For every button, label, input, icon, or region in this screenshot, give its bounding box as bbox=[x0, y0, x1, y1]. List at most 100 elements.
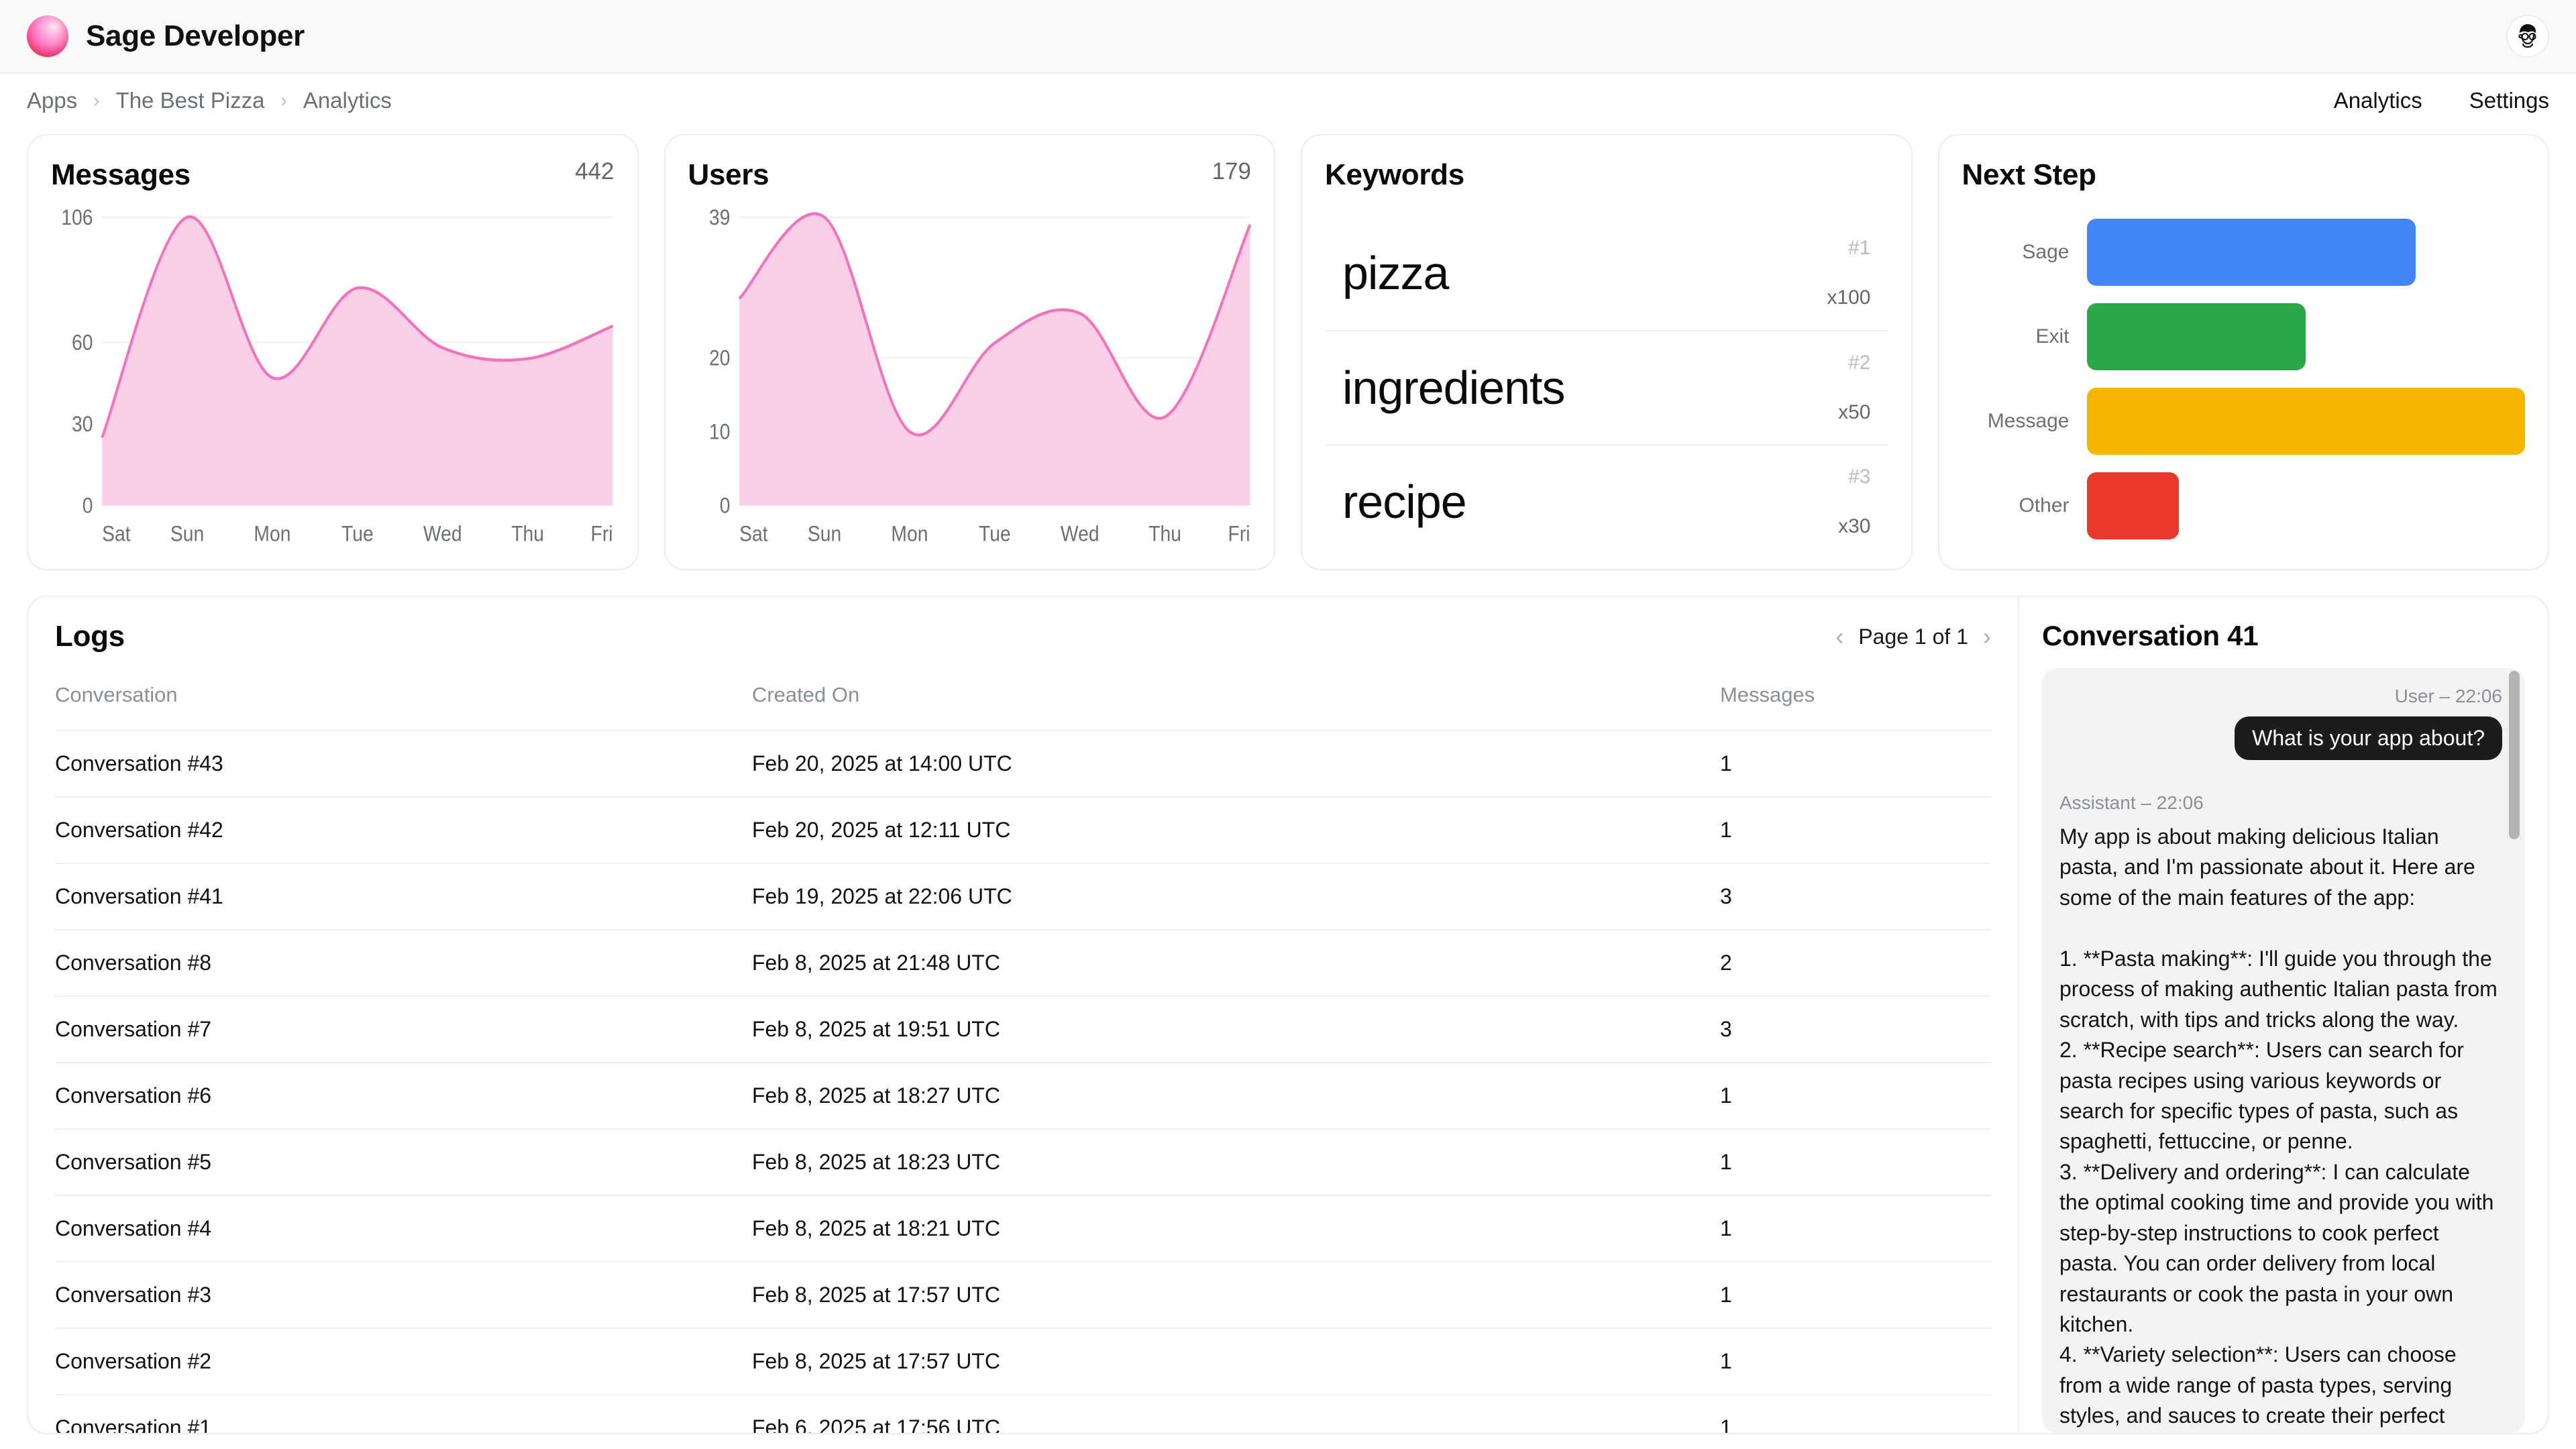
cell-created-on: Feb 8, 2025 at 18:21 UTC bbox=[751, 1195, 1720, 1262]
card-users: Users 179 0 10 20 39 Sat Sun Mon Tue Wed Thu Fri bbox=[663, 134, 1275, 570]
nav-settings[interactable]: Settings bbox=[2469, 88, 2549, 113]
table-row[interactable]: Conversation #42 Feb 20, 2025 at 12:11 UT… bbox=[55, 796, 1991, 863]
chevron-right-icon: › bbox=[93, 90, 100, 111]
list-item[interactable]: recipe #3 x30 bbox=[1325, 444, 1888, 558]
cell-messages: 1 bbox=[1719, 1261, 1991, 1328]
x-axis-tick-label: Mon bbox=[254, 523, 290, 546]
table-row[interactable]: Conversation #8 Feb 8, 2025 at 21:48 UTC 2 bbox=[55, 929, 1991, 996]
y-axis-tick-label: 106 bbox=[61, 206, 93, 229]
next-step-row: Exit bbox=[1962, 303, 2526, 370]
card-keywords: Keywords pizza #1 x100 ingredients #2 x5… bbox=[1301, 134, 1913, 570]
cell-messages: 3 bbox=[1719, 996, 1991, 1063]
logs-and-conversation: Logs ‹ Page 1 of 1 › Conversation Create… bbox=[27, 596, 2549, 1434]
conversation-panel: Conversation 41 User – 22:06 What is you… bbox=[2018, 597, 2548, 1433]
x-axis-tick-label: Sun bbox=[807, 523, 841, 546]
breadcrumb-item-app[interactable]: The Best Pizza bbox=[116, 88, 265, 113]
column-header-conversation: Conversation bbox=[55, 683, 178, 706]
cell-messages: 1 bbox=[1719, 730, 1991, 797]
x-axis-tick-label: Wed bbox=[423, 523, 462, 546]
list-item[interactable]: ingredients #2 x50 bbox=[1325, 330, 1888, 444]
keyword-count: x50 bbox=[1838, 401, 1871, 423]
next-step-label: Message bbox=[1987, 410, 2070, 432]
chevron-left-icon[interactable]: ‹ bbox=[1835, 625, 1843, 649]
next-step-label: Exit bbox=[2035, 325, 2070, 347]
sphere-logo-icon bbox=[27, 15, 68, 57]
app-title: Sage Developer bbox=[86, 19, 305, 52]
y-axis-tick-label: 20 bbox=[708, 347, 729, 370]
table-row[interactable]: Conversation #7 Feb 8, 2025 at 19:51 UTC 3 bbox=[55, 996, 1991, 1063]
conversation-scroll-area[interactable]: User – 22:06 What is your app about? Ass… bbox=[2042, 668, 2525, 1433]
cell-conversation: Conversation #3 bbox=[55, 1261, 752, 1328]
user-avatar-icon[interactable] bbox=[2506, 15, 2549, 58]
cell-created-on: Feb 8, 2025 at 17:57 UTC bbox=[751, 1261, 1720, 1328]
page-indicator: Page 1 of 1 bbox=[1858, 624, 1968, 649]
table-row[interactable]: Conversation #43 Feb 20, 2025 at 14:00 UT… bbox=[55, 730, 1991, 797]
next-step-bar-chart: Sage Exit Message Other bbox=[1962, 219, 2526, 539]
cell-created-on: Feb 8, 2025 at 18:27 UTC bbox=[751, 1062, 1720, 1129]
card-next-step: Next Step Sage Exit Message Other bbox=[1937, 134, 2549, 570]
area-fill bbox=[739, 213, 1250, 506]
chevron-right-icon[interactable]: › bbox=[1983, 625, 1991, 649]
message-meta-assistant: Assistant – 22:06 bbox=[2059, 792, 2204, 813]
cell-messages: 1 bbox=[1719, 1195, 1991, 1262]
cell-messages: 1 bbox=[1719, 1394, 1991, 1433]
keyword-meta: #1 x100 bbox=[1827, 237, 1870, 309]
card-header: Messages 442 bbox=[51, 158, 614, 192]
keyword-rank: #3 bbox=[1848, 466, 1871, 488]
metrics-cards-row: Messages 442 0 30 60 106 Sat Sun Mon Tue Wed Thu F… bbox=[0, 127, 2576, 570]
breadcrumb-item-analytics[interactable]: Analytics bbox=[303, 88, 392, 113]
card-metric-messages: 442 bbox=[575, 158, 614, 184]
breadcrumb-item-apps[interactable]: Apps bbox=[27, 88, 77, 113]
users-area-chart: 0 10 20 39 Sat Sun Mon Tue Wed Thu Fri bbox=[688, 204, 1252, 551]
chevron-right-icon: › bbox=[280, 90, 287, 111]
next-step-bar bbox=[2086, 472, 2179, 539]
table-row[interactable]: Conversation #1 Feb 6, 2025 at 17:56 UTC 1 bbox=[55, 1394, 1991, 1433]
message-body-assistant: My app is about making delicious Italian… bbox=[2059, 824, 2498, 1428]
cell-conversation: Conversation #42 bbox=[55, 796, 752, 863]
x-axis-tick-label: Sat bbox=[739, 523, 768, 546]
table-row[interactable]: Conversation #4 Feb 8, 2025 at 18:21 UTC 1 bbox=[55, 1195, 1991, 1262]
x-axis-tick-label: Wed bbox=[1060, 523, 1099, 546]
x-axis-tick-label: Tue bbox=[978, 523, 1010, 546]
cell-conversation: Conversation #43 bbox=[55, 730, 752, 797]
nav-analytics[interactable]: Analytics bbox=[2334, 88, 2422, 113]
next-step-row: Other bbox=[1962, 472, 2526, 539]
breadcrumb-bar: Apps › The Best Pizza › Analytics Analyt… bbox=[0, 74, 2576, 127]
card-header: Next Step bbox=[1962, 158, 2526, 192]
keywords-list: pizza #1 x100 ingredients #2 x50 recipe … bbox=[1325, 216, 1888, 558]
pagination: ‹ Page 1 of 1 › bbox=[1835, 625, 1991, 649]
conversation-scrollbar[interactable] bbox=[2509, 668, 2520, 1433]
column-header-created-on: Created On bbox=[751, 683, 860, 706]
area-fill bbox=[102, 217, 613, 506]
card-header: Users 179 bbox=[688, 158, 1252, 192]
cell-messages: 1 bbox=[1719, 1062, 1991, 1129]
keyword-meta: #3 x30 bbox=[1838, 466, 1870, 538]
table-row[interactable]: Conversation #6 Feb 8, 2025 at 18:27 UTC 1 bbox=[55, 1062, 1991, 1129]
cell-conversation: Conversation #8 bbox=[55, 929, 752, 996]
card-title-next-step: Next Step bbox=[1962, 158, 2097, 191]
conversation-title: Conversation 41 bbox=[2042, 620, 2259, 651]
table-row[interactable]: Conversation #2 Feb 8, 2025 at 17:57 UTC 1 bbox=[55, 1328, 1991, 1395]
card-metric-users: 179 bbox=[1212, 158, 1251, 184]
scrollbar-thumb[interactable] bbox=[2509, 671, 2520, 839]
keyword-rank: #2 bbox=[1848, 352, 1871, 374]
keyword-rank: #1 bbox=[1848, 237, 1871, 259]
table-header-row: Conversation Created On Messages bbox=[55, 683, 1991, 731]
next-step-label: Sage bbox=[2022, 241, 2070, 263]
table-row[interactable]: Conversation #5 Feb 8, 2025 at 18:23 UTC 1 bbox=[55, 1128, 1991, 1195]
next-step-track bbox=[2086, 219, 2526, 286]
cell-created-on: Feb 8, 2025 at 17:57 UTC bbox=[751, 1328, 1720, 1395]
keyword-count: x30 bbox=[1838, 515, 1871, 537]
table-row[interactable]: Conversation #3 Feb 8, 2025 at 17:57 UTC 1 bbox=[55, 1261, 1991, 1328]
table-row[interactable]: Conversation #41 Feb 19, 2025 at 22:06 UT… bbox=[55, 863, 1991, 930]
y-axis-tick-label: 60 bbox=[72, 331, 93, 355]
cell-conversation: Conversation #5 bbox=[55, 1128, 752, 1195]
list-item[interactable]: pizza #1 x100 bbox=[1325, 216, 1888, 330]
cell-conversation: Conversation #7 bbox=[55, 996, 752, 1063]
cell-conversation: Conversation #2 bbox=[55, 1328, 752, 1395]
cell-conversation: Conversation #1 bbox=[55, 1394, 752, 1433]
y-axis-tick-label: 0 bbox=[83, 494, 93, 518]
card-header: Keywords bbox=[1325, 158, 1888, 192]
logs-table: Conversation Created On Messages Convers… bbox=[55, 683, 1991, 1433]
column-header-messages: Messages bbox=[1719, 683, 1815, 706]
